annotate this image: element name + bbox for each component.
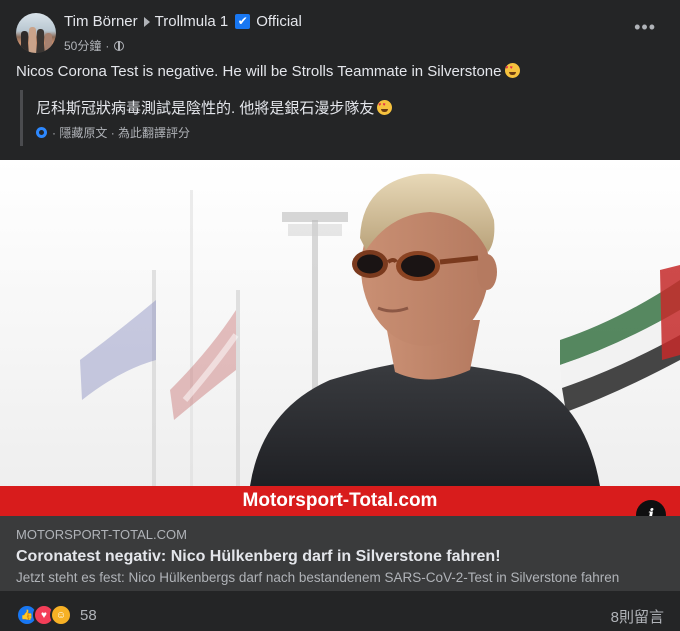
post-time[interactable]: 50分鐘	[64, 37, 101, 54]
author-name[interactable]: Tim Börner	[64, 13, 138, 30]
post-text: Nicos Corona Test is negative. He will b…	[16, 63, 520, 80]
post-title-row: Tim Börner Trollmula 1 ✔ Official	[64, 13, 302, 30]
photo-illustration	[0, 160, 680, 516]
heart-eyes-emoji-icon	[504, 63, 520, 78]
more-options-button[interactable]: •••	[634, 18, 656, 36]
post-text-content: Nicos Corona Test is negative. He will b…	[16, 63, 502, 80]
translation-links: · 隱藏原文 · 為此翻譯評分	[36, 124, 190, 141]
post-header: Tim Börner Trollmula 1 ✔ Official 50分鐘 ·…	[0, 0, 680, 58]
link-title[interactable]: Coronatest negativ: Nico Hülkenberg darf…	[16, 548, 501, 566]
group-name[interactable]: Trollmula 1	[155, 13, 229, 30]
translation-text: 尼科斯冠狀病毒測試是陰性的. 他將是銀石漫步隊友	[36, 97, 393, 118]
arrow-right-icon	[143, 16, 150, 27]
checkmark-icon: ✔	[235, 14, 251, 29]
rate-translation-link[interactable]: 為此翻譯評分	[118, 124, 190, 141]
link-domain: MOTORSPORT-TOTAL.COM	[16, 527, 187, 542]
group-tag[interactable]: Official	[256, 13, 302, 30]
heart-eyes-emoji-icon	[377, 100, 393, 115]
translation-content: 尼科斯冠狀病毒測試是陰性的. 他將是銀石漫步隊友	[36, 100, 375, 117]
link-description: Jetzt steht es fest: Nico Hülkenbergs da…	[16, 570, 620, 585]
reaction-count: 58	[80, 606, 97, 624]
author-avatar[interactable]	[16, 13, 56, 53]
care-icon: ☺	[50, 604, 72, 626]
reaction-summary[interactable]: 👍 ♥ ☺ 58	[16, 604, 97, 626]
comment-count[interactable]: 8則留言	[611, 606, 664, 627]
hide-original-link[interactable]: 隱藏原文	[59, 124, 107, 141]
image-watermark: Motorsport-Total.com	[242, 490, 438, 511]
gear-icon	[36, 127, 47, 138]
post-meta: 50分鐘 ·	[64, 37, 125, 54]
globe-icon	[114, 40, 125, 51]
link-preview-image[interactable]: Motorsport-Total.com	[0, 160, 680, 516]
translation-divider	[20, 90, 23, 146]
